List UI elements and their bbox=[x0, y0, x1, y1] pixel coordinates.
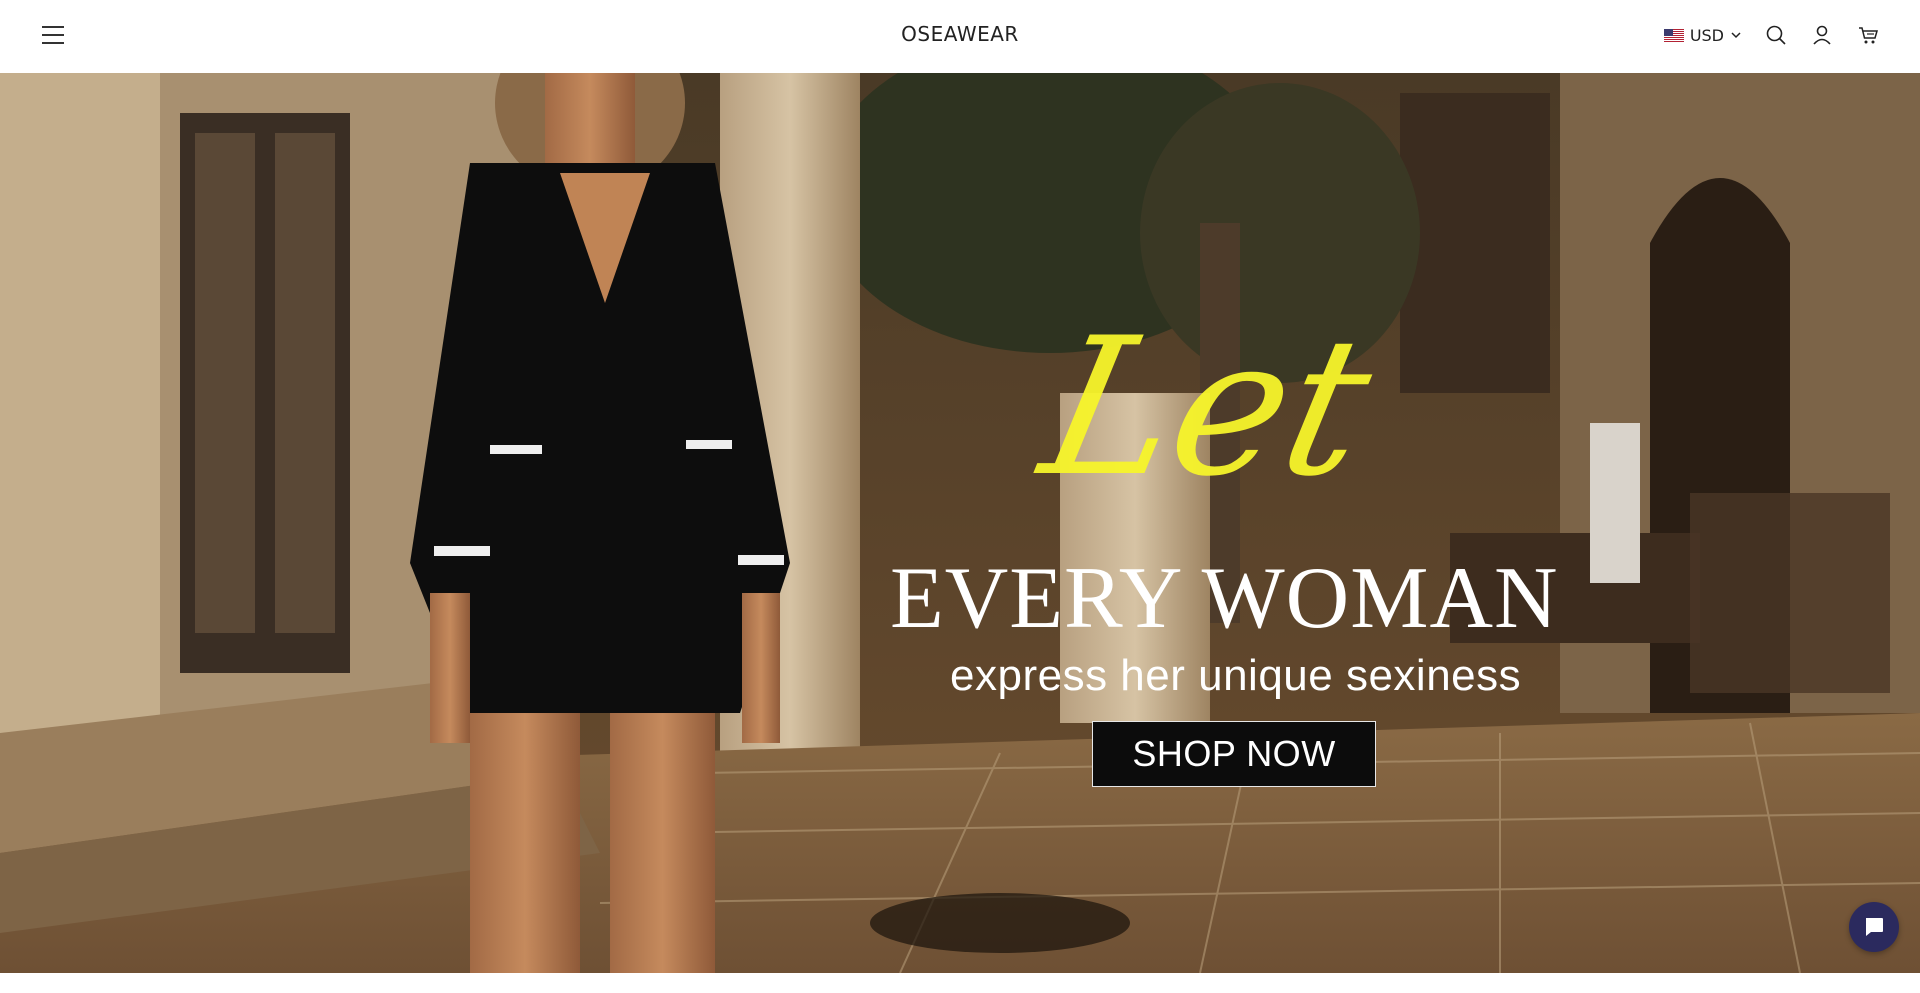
hero-subline: express her unique sexiness bbox=[950, 651, 1522, 700]
currency-selector[interactable]: USD bbox=[1663, 25, 1742, 45]
hero-text-block: Let EVERY WOMAN express her unique sexin… bbox=[880, 293, 1590, 813]
site-logo: OSEAWEAR bbox=[0, 22, 1920, 46]
chat-bubble-icon[interactable] bbox=[1849, 902, 1899, 952]
hero-script-text: Let bbox=[1026, 297, 1389, 518]
logo-text[interactable]: OSEAWEAR bbox=[901, 22, 1019, 46]
shop-now-button[interactable]: SHOP NOW bbox=[1092, 721, 1376, 787]
account-icon[interactable] bbox=[1810, 23, 1834, 47]
us-flag-icon bbox=[1663, 28, 1684, 42]
currency-label: USD bbox=[1689, 25, 1724, 45]
cart-icon[interactable] bbox=[1856, 23, 1880, 47]
chevron-down-icon bbox=[1731, 32, 1741, 39]
header-actions: USD bbox=[1663, 20, 1880, 50]
site-header: OSEAWEAR USD bbox=[0, 0, 1920, 73]
search-icon[interactable] bbox=[1764, 23, 1788, 47]
hamburger-menu-icon[interactable] bbox=[40, 24, 68, 46]
hero-headline: EVERY WOMAN bbox=[890, 550, 1559, 647]
hero-banner[interactable]: Let EVERY WOMAN express her unique sexin… bbox=[0, 73, 1920, 973]
